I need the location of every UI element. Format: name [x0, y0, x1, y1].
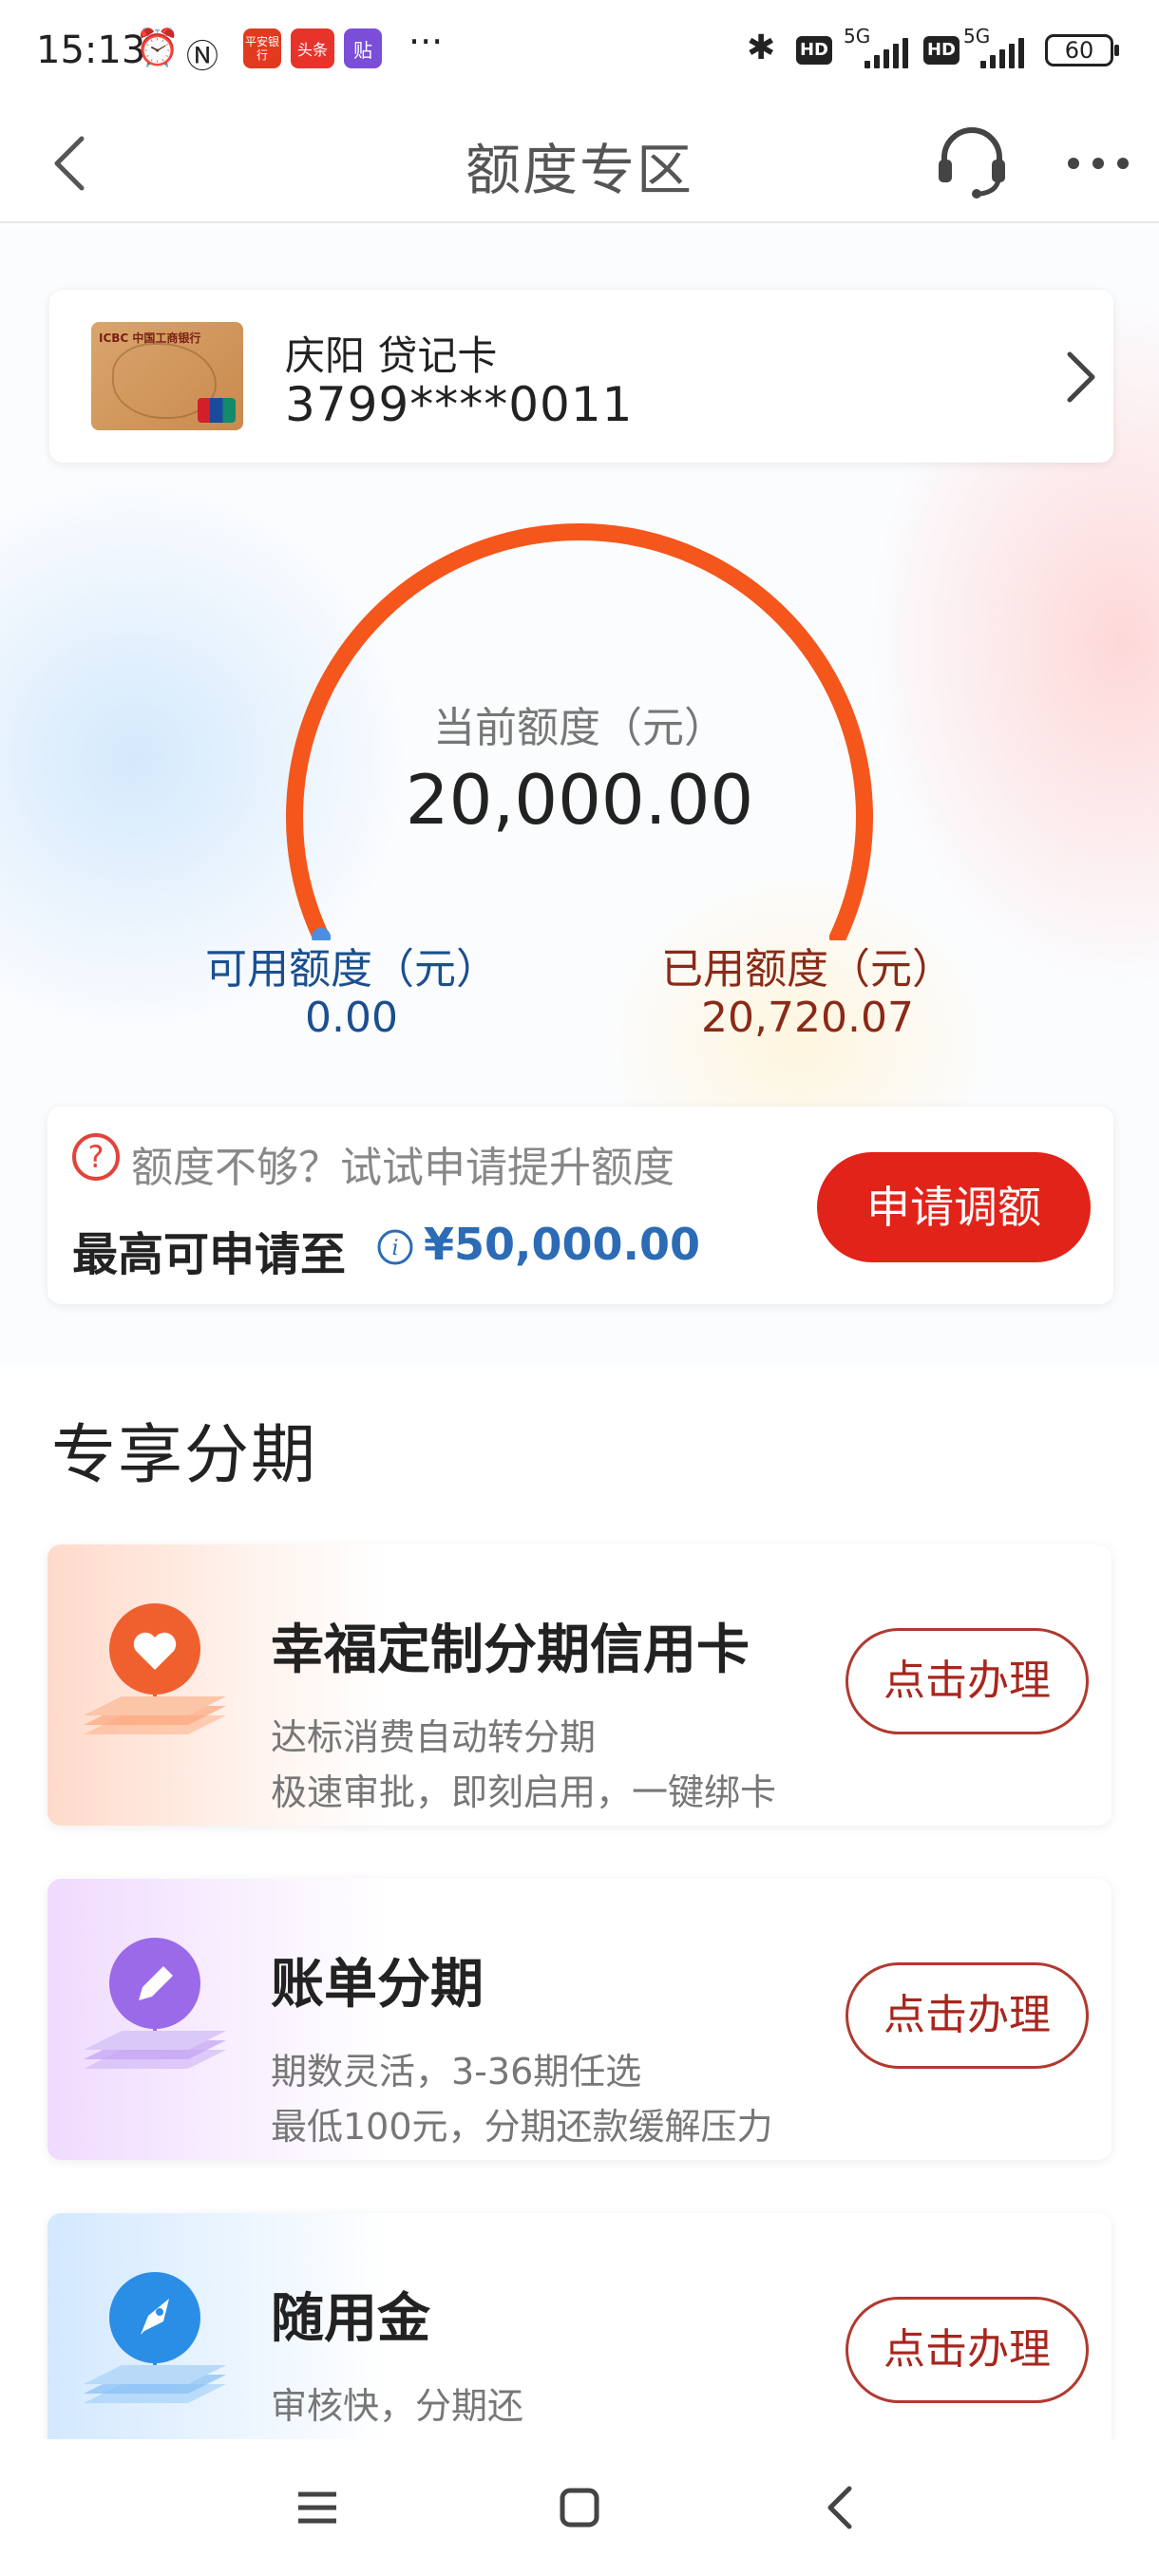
max-apply-value: ¥50,000.00: [424, 1219, 701, 1270]
more-options-button[interactable]: [1060, 135, 1136, 192]
raise-hint-text: 额度不够？试试申请提升额度: [131, 1144, 674, 1192]
product-title: 随用金: [271, 2288, 430, 2350]
heart-icon: [84, 1603, 226, 1734]
alarm-icon: ⏰: [135, 27, 180, 68]
available-limit-value: 0.00: [305, 994, 398, 1042]
pencil-icon: [84, 1938, 226, 2069]
product-desc-1: 期数灵活，3-36期任选: [271, 2051, 642, 2093]
rocket-icon: [84, 2272, 226, 2403]
pingan-bank-app-icon: 平安银行: [243, 28, 281, 68]
status-time: 15:13: [36, 28, 146, 72]
signal-icon-1: [864, 38, 908, 68]
hd-badge: HD: [796, 36, 832, 65]
product-title: 账单分期: [271, 1954, 484, 2016]
product-desc-1: 达标消费自动转分期: [271, 1716, 597, 1758]
card-number: 3799****0011: [285, 377, 634, 432]
customer-service-button[interactable]: [929, 118, 1015, 203]
current-limit-value: 20,000.00: [405, 760, 754, 840]
card-name: 庆阳 贷记卡: [285, 332, 498, 379]
svg-text:i: i: [391, 1237, 398, 1260]
product-desc-1: 审核快，分期还: [271, 2385, 524, 2427]
back-nav-icon[interactable]: [813, 2479, 870, 2536]
hd-badge-2: HD: [923, 36, 960, 65]
system-navigation-bar: [0, 2439, 1159, 2576]
app-header: 额度专区: [0, 104, 1159, 223]
card-thumbnail: ICBC 中国工商银行: [91, 322, 243, 430]
menu-icon[interactable]: [289, 2479, 346, 2536]
used-limit-label: 已用额度（元）: [661, 945, 954, 994]
home-icon[interactable]: [551, 2479, 608, 2536]
nfc-icon: Ⓝ: [186, 38, 218, 76]
more-notifications-icon: ···: [408, 21, 444, 63]
toutiao-app-icon: 头条: [291, 28, 334, 68]
section-title: 专享分期: [51, 1418, 318, 1493]
used-limit-value: 20,720.07: [701, 994, 914, 1042]
apply-now-button[interactable]: 点击办理: [846, 1628, 1089, 1734]
product-title: 幸福定制分期信用卡: [271, 1619, 750, 1681]
apply-limit-adjust-button[interactable]: 申请调额: [817, 1152, 1091, 1262]
product-desc-2: 极速审批，即刻启用，一键绑卡: [271, 1771, 777, 1813]
product-card-happiness-installment[interactable]: 幸福定制分期信用卡 达标消费自动转分期 极速审批，即刻启用，一键绑卡 点击办理: [48, 1544, 1112, 1826]
unionpay-logo-icon: [198, 398, 236, 423]
max-apply-label: 最高可申请至: [72, 1228, 347, 1281]
card-selector[interactable]: ICBC 中国工商银行 庆阳 贷记卡 3799****0011: [49, 290, 1113, 463]
current-limit-label: 当前额度（元）: [433, 704, 726, 752]
product-card-bill-installment[interactable]: 账单分期 期数灵活，3-36期任选 最低100元，分期还款缓解压力 点击办理: [48, 1879, 1112, 2160]
product-desc-2: 最低100元，分期还款缓解压力: [271, 2106, 773, 2148]
apply-now-button[interactable]: 点击办理: [846, 2297, 1089, 2403]
signal-icon-2: [980, 38, 1024, 68]
question-icon: ?: [72, 1133, 120, 1181]
apply-now-button[interactable]: 点击办理: [846, 1962, 1089, 2069]
available-limit-label: 可用额度（元）: [205, 945, 498, 994]
chevron-right-icon: [1067, 351, 1095, 403]
bluetooth-icon: ✱: [747, 28, 776, 67]
headset-icon: [939, 127, 1005, 199]
tieba-app-icon: 贴: [344, 28, 382, 68]
battery-icon: 60: [1045, 34, 1119, 66]
more-dots-icon: [1068, 158, 1129, 169]
status-bar: 15:13 ⏰ Ⓝ 平安银行 头条 贴 ··· ✱ HD 5G HD 5G 60: [0, 0, 1159, 104]
info-icon[interactable]: i: [376, 1228, 414, 1266]
svg-text:?: ?: [88, 1139, 104, 1175]
limit-raise-card: ? 额度不够？试试申请提升额度 最高可申请至 i ¥50,000.00 申请调额: [48, 1107, 1113, 1304]
